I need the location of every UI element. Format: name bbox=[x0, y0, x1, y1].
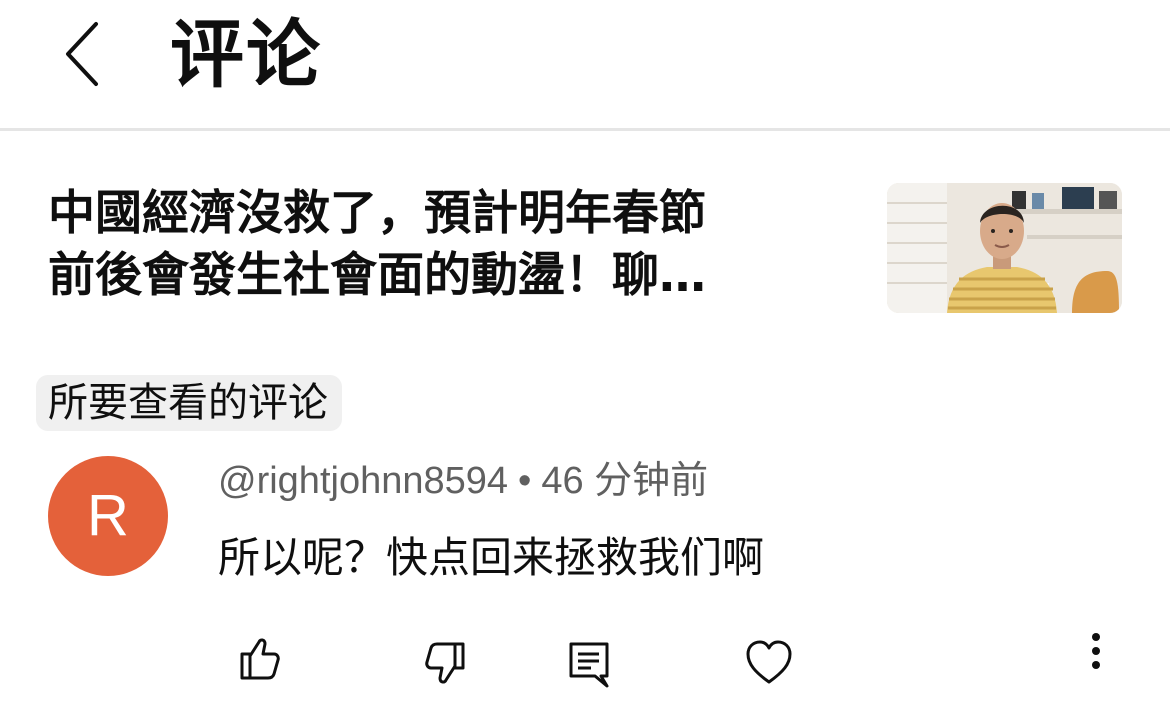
chevron-left-icon bbox=[66, 22, 98, 86]
more-vertical-icon bbox=[1092, 633, 1100, 669]
header-bar: 评论 bbox=[0, 0, 1170, 131]
comment-meta: @rightjohnn8594 • 46 分钟前 bbox=[218, 456, 708, 506]
heart-button[interactable] bbox=[741, 634, 797, 690]
reply-icon bbox=[569, 642, 609, 688]
video-title[interactable]: 中國經濟沒救了，預計明年春節 前後會發生社會面的動盪！聊… bbox=[48, 183, 838, 307]
heart-icon bbox=[746, 640, 792, 684]
meta-separator: • bbox=[518, 460, 532, 502]
thumbs-down-icon bbox=[425, 642, 465, 684]
video-card[interactable]: 中國經濟沒救了，預計明年春節 前後會發生社會面的動盪！聊… bbox=[48, 183, 1128, 323]
comment-filter-chip[interactable]: 所要查看的评论 bbox=[36, 375, 342, 431]
comment-author[interactable]: @rightjohnn8594 bbox=[218, 460, 508, 502]
dislike-button[interactable] bbox=[417, 636, 473, 692]
comment-time: 46 分钟前 bbox=[541, 460, 709, 502]
page-title: 评论 bbox=[170, 12, 322, 98]
reply-button[interactable] bbox=[561, 636, 617, 692]
avatar[interactable]: R bbox=[48, 456, 168, 576]
video-thumbnail[interactable] bbox=[887, 183, 1122, 313]
thumbnail-image bbox=[887, 183, 1122, 313]
comment-text: 所以呢？快点回来拯救我们啊 bbox=[218, 533, 765, 582]
thumbs-up-icon bbox=[240, 638, 280, 680]
video-title-line-2: 前後會發生社會面的動盪！聊… bbox=[48, 248, 706, 303]
back-button[interactable] bbox=[56, 14, 116, 94]
video-title-line-1: 中國經濟沒救了，預計明年春節 bbox=[48, 186, 706, 241]
more-options-button[interactable] bbox=[1068, 624, 1124, 680]
like-button[interactable] bbox=[232, 630, 288, 686]
